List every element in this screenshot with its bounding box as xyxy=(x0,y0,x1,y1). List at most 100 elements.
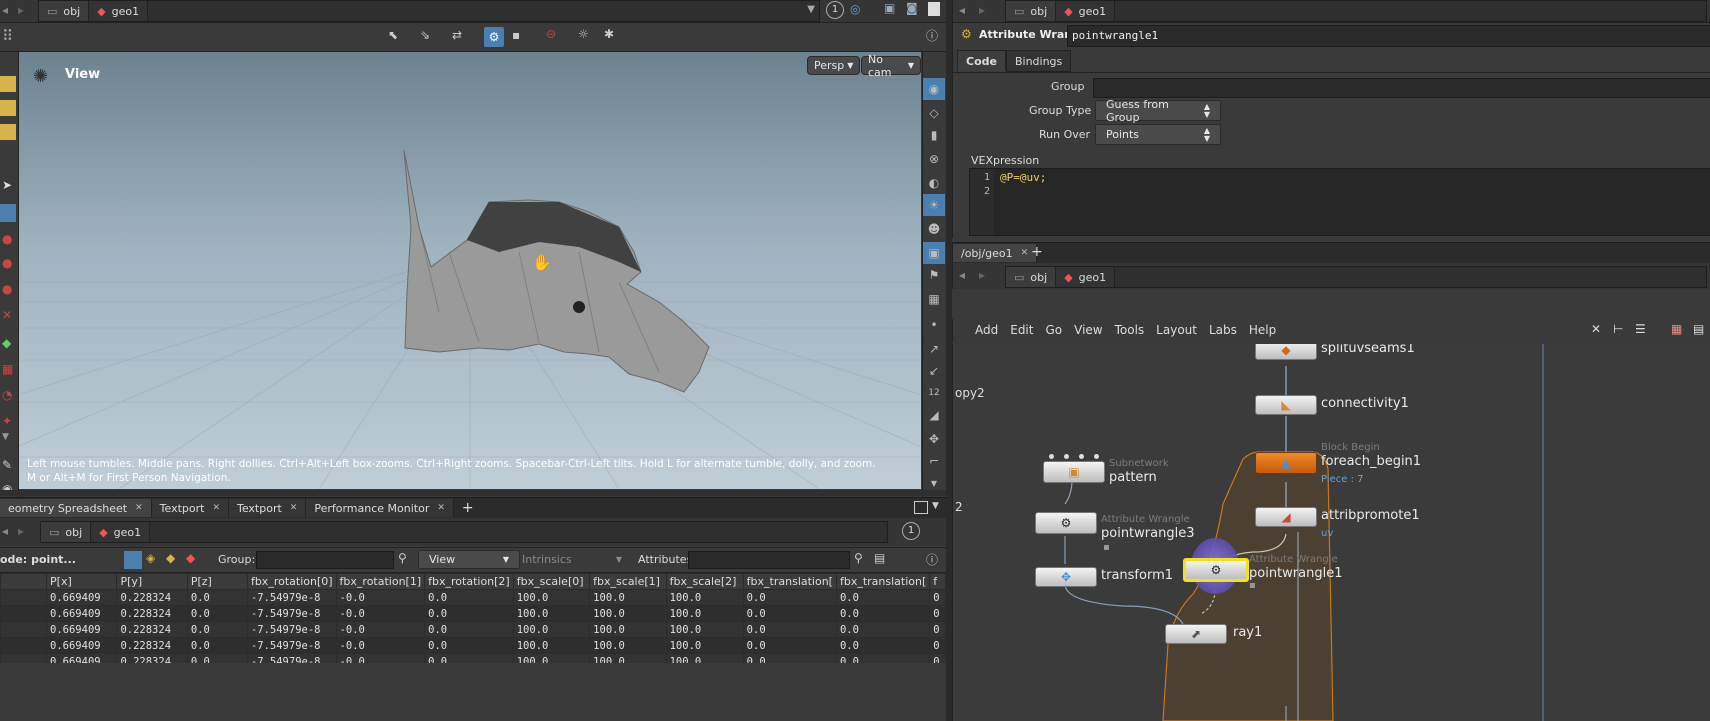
cube-icon[interactable]: ● xyxy=(2,282,12,296)
filter-icon[interactable]: ⚲ xyxy=(854,551,863,565)
chevron-down-icon[interactable]: ▼ xyxy=(807,4,815,15)
node-ray[interactable]: ⬈ xyxy=(1165,624,1227,644)
tab-textport-1[interactable]: Textport ✕ xyxy=(151,499,229,517)
lock-camera-icon[interactable]: ▮ xyxy=(923,124,945,146)
back-arrow-icon[interactable]: ◂ xyxy=(959,3,965,17)
pin-icon[interactable]: ✎ xyxy=(2,458,12,472)
paint-brush-icon[interactable]: ◆ xyxy=(2,336,11,350)
handle-tool-icon[interactable]: ▪ xyxy=(512,28,520,42)
select-mode-icon[interactable] xyxy=(0,100,16,116)
render-icon[interactable]: ☼ xyxy=(578,27,589,41)
flipbook-icon[interactable]: ✱ xyxy=(604,27,614,41)
magnet-icon[interactable]: ● xyxy=(2,232,12,246)
add-tab-button[interactable]: + xyxy=(454,499,482,517)
crumb-geo1[interactable]: ◆ geo1 xyxy=(1056,267,1116,287)
run-over-dropdown[interactable]: Points ▲ ▼ xyxy=(1095,124,1221,145)
node-label[interactable]: transform1 xyxy=(1101,568,1173,583)
menu-edit[interactable]: Edit xyxy=(1004,319,1039,341)
expand-down-icon[interactable]: ▼ xyxy=(2,432,9,442)
group-param-input[interactable] xyxy=(1093,78,1710,98)
back-arrow-icon[interactable]: ◂ xyxy=(959,268,965,282)
column-options-icon[interactable]: ▤ xyxy=(874,551,885,565)
transform-tool-icon[interactable]: ⇄ xyxy=(452,28,462,42)
node-label[interactable]: attribpromote1 xyxy=(1321,508,1420,523)
node-label[interactable]: pointwrangle1 xyxy=(1249,566,1342,581)
view-dropdown[interactable]: View ▼ xyxy=(418,550,520,569)
table-row[interactable]: 0.669409 0.228324 0.0 -7.54979e-8 -0.0 0.0 100… xyxy=(0,605,946,622)
grid-view-icon[interactable]: ▦ xyxy=(1671,322,1682,336)
tab-geometry-spreadsheet[interactable]: eometry Spreadsheet ✕ xyxy=(0,499,152,517)
pane-toggle[interactable] xyxy=(928,2,940,16)
forward-arrow-icon[interactable]: ▸ xyxy=(18,524,24,538)
menu-layout[interactable]: Layout xyxy=(1150,319,1203,341)
ghost-icon[interactable]: ⊗ xyxy=(923,148,945,170)
close-icon[interactable]: ✕ xyxy=(135,503,143,513)
intrinsics-dropdown[interactable]: Intrinsics ▼ xyxy=(522,551,622,568)
forward-arrow-icon[interactable]: ▸ xyxy=(979,268,985,282)
forward-arrow-icon[interactable]: ▸ xyxy=(18,3,24,17)
column-header[interactable] xyxy=(0,573,48,590)
camera-icon[interactable]: ▣ xyxy=(884,1,895,15)
tab-obj-geo1[interactable]: /obj/geo1 ✕ xyxy=(953,244,1038,262)
node-label[interactable]: splituvseams1 xyxy=(1321,344,1415,356)
move-tool-icon[interactable]: ⇘ xyxy=(420,28,430,42)
close-icon[interactable]: ✕ xyxy=(437,503,445,513)
persp-dropdown[interactable]: Persp ▼ xyxy=(807,56,861,75)
display-camera-icon[interactable]: ▣ xyxy=(923,242,945,264)
column-header[interactable]: fbx_scale[1] xyxy=(589,573,667,590)
node-label[interactable]: ray1 xyxy=(1233,625,1262,640)
pane-link-badge[interactable]: 1 xyxy=(826,1,844,19)
paint-tool-icon[interactable] xyxy=(0,76,16,92)
back-arrow-icon[interactable]: ◂ xyxy=(2,524,8,538)
node-pointwrangle1[interactable]: ⚙ xyxy=(1183,558,1249,582)
column-header[interactable]: fbx_rotation[0] xyxy=(246,573,337,590)
pane-link-badge[interactable]: 1 xyxy=(902,522,920,540)
link-icon[interactable]: ◎ xyxy=(850,2,860,16)
vertical-splitter[interactable] xyxy=(946,0,952,721)
column-header[interactable]: P[z] xyxy=(186,573,248,590)
menu-help[interactable]: Help xyxy=(1243,319,1282,341)
sphere-icon[interactable]: ● xyxy=(2,256,12,270)
column-header[interactable]: f xyxy=(929,573,946,590)
eye-toggle-icon[interactable]: ◉ xyxy=(923,78,945,100)
node-foreach-begin[interactable]: ▲ xyxy=(1255,452,1317,474)
menu-view[interactable]: View xyxy=(1068,319,1108,341)
column-header[interactable]: P[x] xyxy=(46,573,118,590)
disable-icon[interactable]: ⊝ xyxy=(546,27,556,41)
grid-icon[interactable]: ▦ xyxy=(2,362,13,376)
node-label[interactable]: pointwrangle3 xyxy=(1101,526,1194,541)
primitive-icon[interactable]: ◢ xyxy=(923,404,945,426)
group-filter-input[interactable] xyxy=(256,551,394,569)
add-tab-button[interactable]: + xyxy=(1031,244,1043,260)
crumb-obj[interactable]: ▭ obj xyxy=(1006,267,1057,287)
back-arrow-icon[interactable]: ◂ xyxy=(2,3,8,17)
close-icon[interactable]: ✕ xyxy=(1021,248,1029,258)
menu-tools[interactable]: Tools xyxy=(1109,319,1151,341)
crumb-obj[interactable]: ▭ obj xyxy=(1006,1,1057,21)
menu-add[interactable]: Add xyxy=(969,319,1004,341)
tab-performance-monitor[interactable]: Performance Monitor ✕ xyxy=(306,499,454,517)
uv-icon[interactable]: ✥ xyxy=(923,428,945,450)
close-icon[interactable]: ✕ xyxy=(212,503,220,513)
column-header[interactable]: fbx_scale[0] xyxy=(512,573,591,590)
table-view-icon[interactable]: ▤ xyxy=(1693,322,1704,336)
number-icon[interactable]: 12 xyxy=(923,382,945,404)
menu-labs[interactable]: Labs xyxy=(1203,319,1243,341)
chevron-down-icon[interactable]: ▼ xyxy=(932,501,939,511)
node-pointwrangle3[interactable]: ⚙ xyxy=(1035,512,1097,534)
forward-arrow-icon[interactable]: ▸ xyxy=(979,3,985,17)
3d-viewport[interactable]: ✋ ✺ View Persp ▼ No cam ▼ Left mouse tumbl… xyxy=(19,52,921,489)
primitives-mode-icon[interactable]: ◆ xyxy=(166,551,175,565)
grip-icon[interactable]: ⠿ xyxy=(2,27,13,45)
help-icon[interactable]: ⓘ xyxy=(926,27,938,44)
crumb-geo1[interactable]: ◆ geo1 xyxy=(1056,1,1116,21)
column-header[interactable]: P[y] xyxy=(116,573,188,590)
detail-mode-icon[interactable]: ◆ xyxy=(186,551,195,565)
light-icon[interactable]: ✦ xyxy=(2,414,12,428)
normal-icon[interactable]: ↗ xyxy=(923,338,945,360)
snap-toggle-icon[interactable]: ⚙ xyxy=(484,27,504,47)
table-row[interactable]: 0.669409 0.228324 0.0 -7.54979e-8 -0.0 0.0 100… xyxy=(0,589,946,606)
lock-icon[interactable] xyxy=(0,204,16,222)
crumb-obj[interactable]: ▭ obj xyxy=(41,522,92,542)
vector-icon[interactable]: ↙ xyxy=(923,360,945,382)
